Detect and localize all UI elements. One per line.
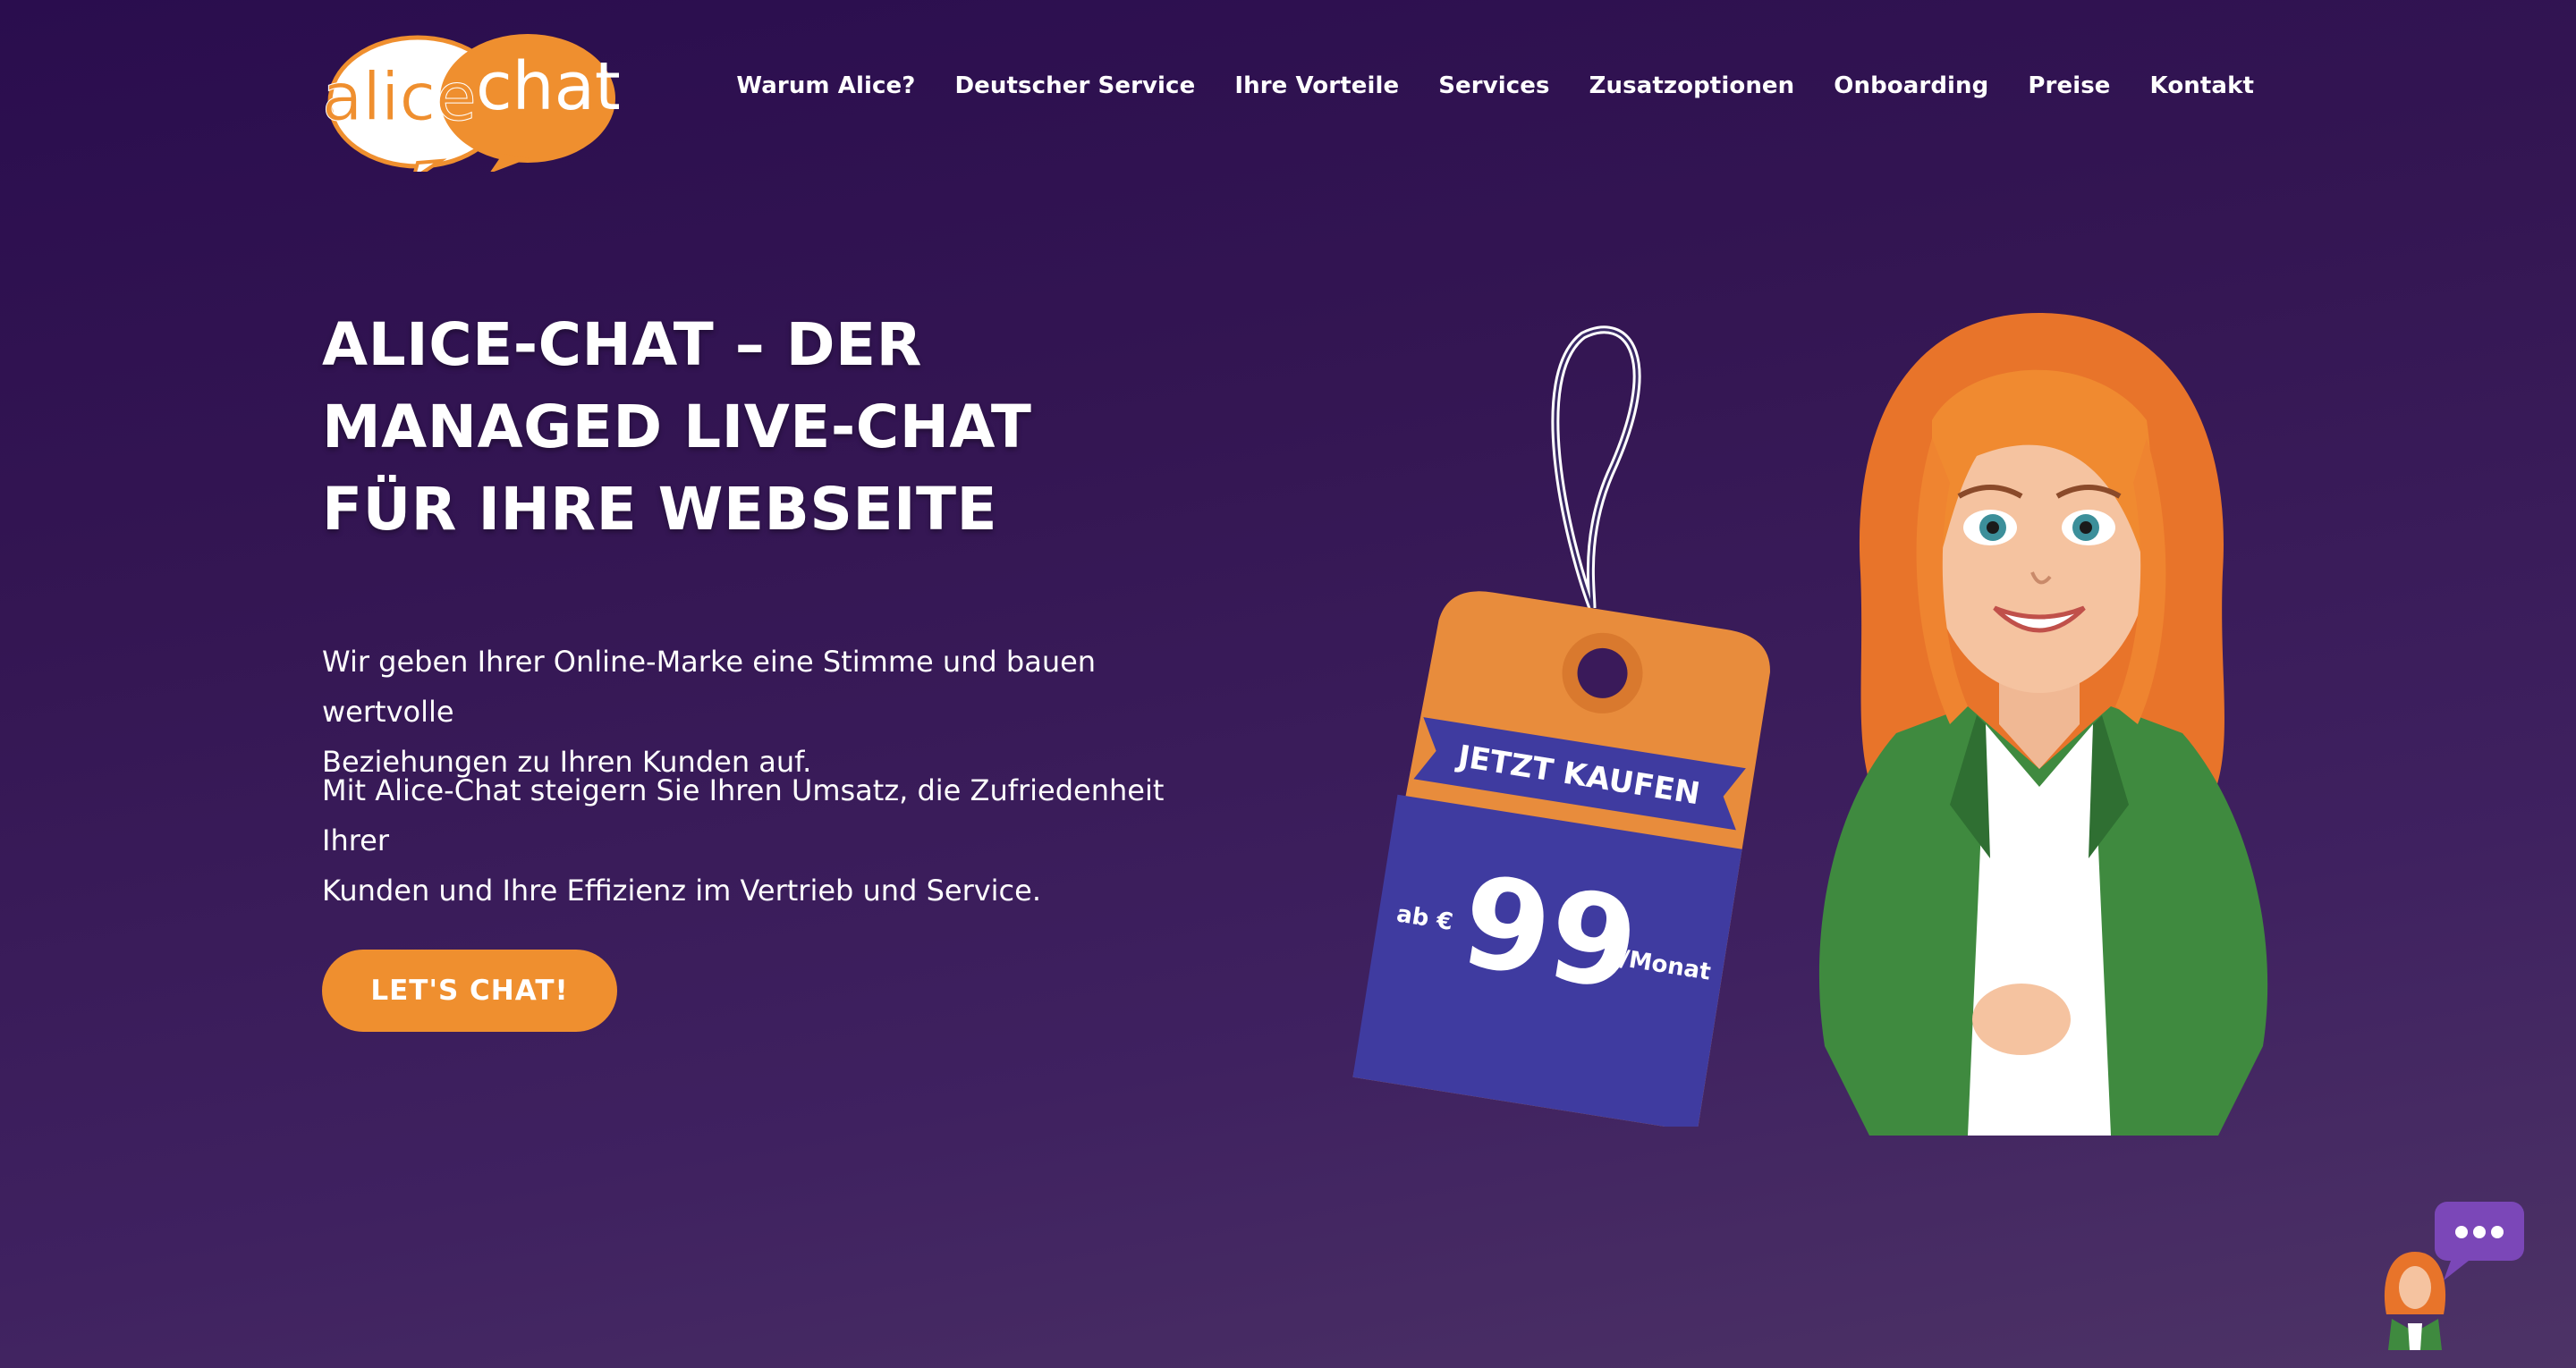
chat-bubble-icon[interactable] <box>2455 1226 2504 1238</box>
logo-word-alice: alice <box>324 59 477 136</box>
tag-price-value: 99 <box>1453 849 1648 1019</box>
hero-paragraph-1: Wir geben Ihrer Online-Marke eine Stimme… <box>322 637 1234 787</box>
hero-title-line-1: ALICE-CHAT – DER <box>322 310 922 379</box>
nav-onboarding[interactable]: Onboarding <box>1834 70 1988 102</box>
hero-title-line-2: MANAGED LIVE-CHAT <box>322 393 1032 461</box>
hero-paragraph-2: Mit Alice-Chat steigern Sie Ihren Umsatz… <box>322 765 1234 916</box>
alice-chat-logo[interactable]: alice chat <box>324 20 619 172</box>
hero-paragraph-1-line-1: Wir geben Ihrer Online-Marke eine Stimme… <box>322 645 1097 729</box>
nav-warum-alice[interactable]: Warum Alice? <box>736 70 915 102</box>
hero-title: ALICE-CHAT – DER MANAGED LIVE-CHAT FÜR I… <box>322 304 1127 551</box>
hero-paragraph-2-line-1: Mit Alice-Chat steigern Sie Ihren Umsatz… <box>322 773 1165 857</box>
nav-ihre-vorteile[interactable]: Ihre Vorteile <box>1234 70 1399 102</box>
alice-avatar-illustration <box>1818 313 2268 1136</box>
nav-deutscher-service[interactable]: Deutscher Service <box>954 70 1195 102</box>
nav-preise[interactable]: Preise <box>2028 70 2110 102</box>
price-tag-illustration[interactable]: JETZT KAUFEN ab € 99 /Monat <box>1324 322 1789 1127</box>
nav-services[interactable]: Services <box>1438 70 1549 102</box>
nav-kontakt[interactable]: Kontakt <box>2150 70 2254 102</box>
hero-paragraph-2-line-2: Kunden und Ihre Effizienz im Vertrieb un… <box>322 874 1041 908</box>
hero-title-line-3: FÜR IHRE WEBSEITE <box>322 475 998 544</box>
chat-widget[interactable] <box>2379 1198 2531 1350</box>
nav-zusatzoptionen[interactable]: Zusatzoptionen <box>1589 70 1795 102</box>
logo-word-chat: chat <box>476 48 619 125</box>
main-nav: Warum Alice? Deutscher Service Ihre Vort… <box>697 70 2254 102</box>
chat-widget-graphic[interactable] <box>2379 1198 2531 1350</box>
assistant-avatar[interactable] <box>2384 1252 2446 1350</box>
lets-chat-button[interactable]: LET'S CHAT! <box>322 950 617 1032</box>
